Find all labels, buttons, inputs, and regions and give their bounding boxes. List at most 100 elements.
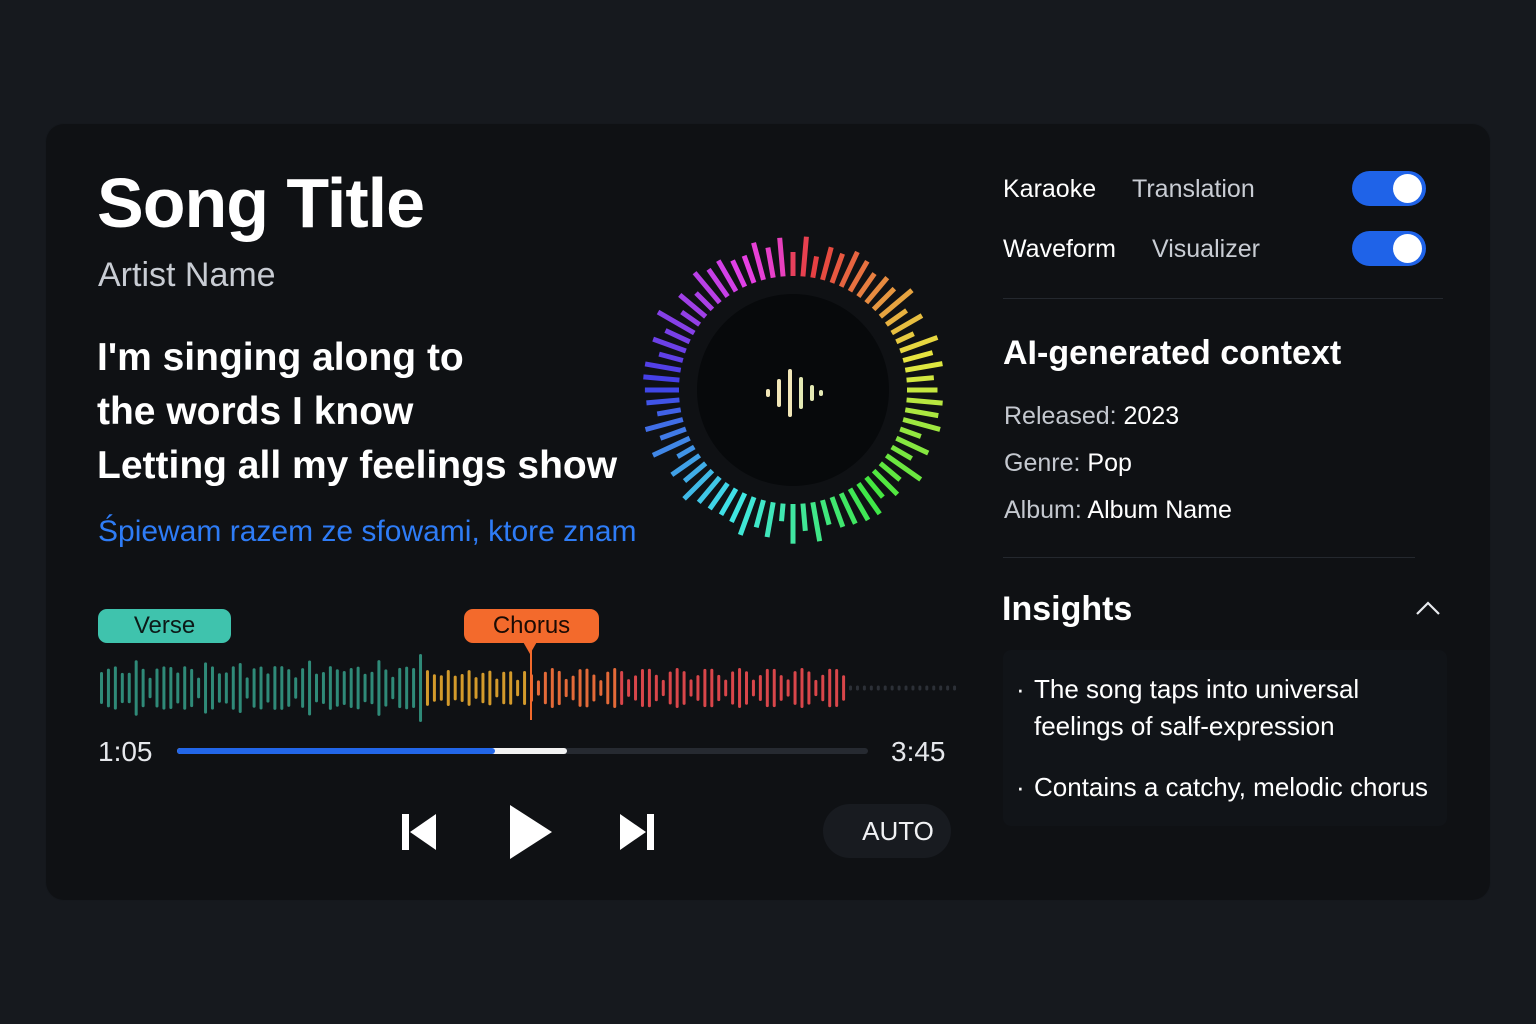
- visualizer-bar: [680, 309, 702, 327]
- chorus-marker[interactable]: Chorus: [464, 609, 599, 643]
- visualizer-bar: [820, 246, 834, 281]
- waveform-bar: [786, 679, 790, 697]
- visualizer-bar: [906, 375, 935, 383]
- waveform-bar: [460, 673, 464, 703]
- waveform-bar: [231, 666, 235, 710]
- visualizer-bar: [741, 254, 757, 284]
- skip-previous-icon: [402, 814, 436, 850]
- toggle-option-visualizer[interactable]: Visualizer: [1152, 233, 1260, 265]
- waveform-bar: [217, 673, 221, 703]
- visualizer-bar: [643, 374, 680, 383]
- waveform-bar: [273, 666, 277, 710]
- waveform-bar: [377, 660, 381, 716]
- bullet: ·: [1016, 674, 1025, 704]
- waveform-bar: [127, 672, 131, 704]
- waveform-bar: [321, 671, 325, 705]
- waveform-bar: [412, 667, 416, 709]
- waveform-bar: [751, 679, 755, 697]
- visualizer-bar: [644, 417, 684, 432]
- visualizer-bar: [899, 426, 922, 439]
- waveform-bar: [488, 670, 492, 706]
- waveform-bar: [446, 670, 450, 706]
- waveform-visualizer-switch[interactable]: [1352, 231, 1426, 266]
- waveform-bar: [550, 668, 554, 708]
- waveform-bar: [842, 675, 846, 701]
- waveform-bar: [946, 685, 950, 691]
- visualizer-bar: [644, 361, 682, 373]
- waveform-bar: [342, 670, 346, 706]
- waveform-bar: [661, 679, 665, 697]
- waveform-bar: [245, 677, 249, 699]
- insights-heading: Insights: [1002, 590, 1133, 628]
- waveform-bar: [800, 668, 804, 708]
- visualizer-bar: [779, 503, 786, 522]
- waveform-bar: [925, 685, 929, 691]
- waveform-bar: [453, 675, 457, 701]
- visualizer-bar: [884, 308, 909, 327]
- visualizer-bar: [751, 242, 766, 281]
- toggle-option-karaoke[interactable]: Karaoke: [1003, 173, 1096, 205]
- verse-marker[interactable]: Verse: [98, 609, 231, 643]
- toggle-option-waveform[interactable]: Waveform: [1003, 233, 1116, 265]
- waveform-bar: [835, 668, 839, 708]
- waveform-bar: [252, 668, 256, 708]
- waveform-bar: [106, 668, 110, 708]
- visualizer-bar: [659, 426, 687, 441]
- waveform-bar: [432, 674, 436, 702]
- chevron-up-icon: [1416, 601, 1440, 615]
- visualizer-bar: [730, 259, 748, 288]
- context-heading: AI-generated context: [1003, 334, 1342, 372]
- waveform-bar: [724, 679, 728, 697]
- waveform-bar: [155, 668, 159, 708]
- visualizer-bar: [820, 499, 832, 526]
- next-button[interactable]: [616, 810, 658, 854]
- audio-wave-bar: [766, 389, 770, 397]
- circular-visualizer: [643, 236, 943, 544]
- waveform-bar: [640, 668, 644, 708]
- waveform-bar: [224, 672, 228, 704]
- waveform-bar: [918, 685, 922, 691]
- released-label: Released:: [1004, 402, 1117, 430]
- waveform-bar: [391, 676, 395, 700]
- waveform-bar: [467, 670, 471, 706]
- visualizer-bar: [646, 397, 680, 406]
- waveform-bar: [425, 670, 429, 706]
- waveform-bar: [204, 662, 208, 714]
- waveform-bar: [606, 671, 610, 705]
- total-time: 3:45: [891, 736, 946, 767]
- waveform-bar: [210, 666, 214, 710]
- waveform-bar: [869, 685, 873, 691]
- toggle-option-translation[interactable]: Translation: [1132, 173, 1255, 205]
- previous-button[interactable]: [398, 810, 440, 854]
- waveform-bar: [578, 669, 582, 707]
- waveform-bar: [509, 671, 513, 705]
- waveform[interactable]: [98, 650, 958, 726]
- waveform-bar: [308, 660, 312, 716]
- waveform-bar: [176, 672, 180, 704]
- waveform-bar: [953, 685, 957, 691]
- progress-fill: [177, 748, 495, 754]
- waveform-bar: [613, 668, 617, 708]
- waveform-bar: [758, 674, 762, 702]
- waveform-bar: [384, 669, 388, 707]
- auto-button[interactable]: AUTO: [823, 804, 951, 858]
- waveform-bar: [301, 668, 305, 708]
- waveform-bar: [134, 660, 138, 716]
- waveform-bar: [335, 669, 339, 707]
- waveform-bar: [738, 668, 742, 708]
- waveform-bar: [654, 674, 658, 702]
- karaoke-translation-switch[interactable]: [1352, 171, 1426, 206]
- waveform-bar: [148, 677, 152, 699]
- visualizer-bar: [765, 247, 776, 279]
- progress-bar[interactable]: [177, 748, 868, 754]
- visualizer-bar: [753, 499, 766, 529]
- insights-collapse-button[interactable]: [1413, 596, 1443, 620]
- play-button[interactable]: [504, 802, 556, 862]
- visualizer-bar: [676, 444, 696, 459]
- insight-item: · Contains a catchy, melodic chorus: [1016, 769, 1456, 806]
- divider: [1003, 298, 1443, 299]
- visualizer-bar: [829, 496, 846, 528]
- waveform-bar: [883, 685, 887, 691]
- waveform-bar: [862, 685, 866, 691]
- current-time: 1:05: [98, 736, 153, 767]
